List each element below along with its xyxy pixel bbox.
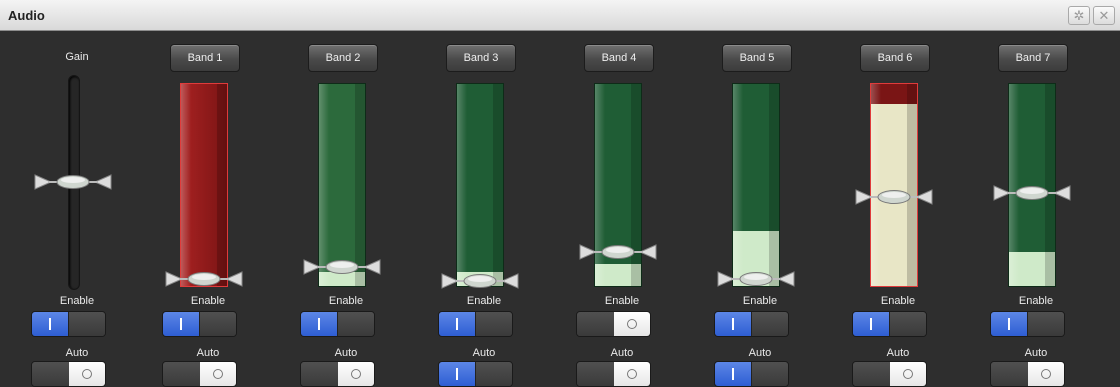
gear-icon: ✲ — [1073, 7, 1085, 23]
off-indicator-icon — [212, 369, 223, 379]
band-column: Band 2 Enable Auto — [296, 31, 396, 387]
enable-label: Enable — [742, 295, 778, 307]
enable-label: Enable — [328, 295, 364, 307]
enable-toggle[interactable] — [852, 311, 927, 337]
band-level-bar[interactable] — [180, 83, 228, 287]
off-indicator-icon — [902, 369, 913, 379]
band-slider-thumb[interactable] — [164, 270, 244, 288]
band-level-bar[interactable] — [870, 83, 918, 287]
on-indicator-icon — [180, 318, 183, 330]
auto-toggle[interactable] — [300, 361, 375, 387]
auto-toggle[interactable] — [31, 361, 106, 387]
auto-label: Auto — [65, 347, 89, 359]
band-level-bar[interactable] — [318, 83, 366, 287]
off-indicator-icon — [626, 319, 637, 329]
auto-label: Auto — [472, 347, 496, 359]
auto-label: Auto — [610, 347, 634, 359]
enable-toggle[interactable] — [438, 311, 513, 337]
band-button[interactable]: Band 7 — [998, 44, 1068, 72]
window-title: Audio — [8, 8, 45, 23]
band-slider-thumb[interactable] — [302, 258, 382, 276]
on-indicator-icon — [456, 368, 459, 380]
auto-toggle[interactable] — [852, 361, 927, 387]
gain-label: Gain — [65, 51, 89, 63]
on-indicator-icon — [870, 318, 873, 330]
audio-panel: Gain Enable Auto Band 1 Enable Auto Band 2 E… — [0, 31, 1120, 387]
auto-toggle[interactable] — [162, 361, 237, 387]
band-slider-thumb[interactable] — [992, 184, 1072, 202]
on-indicator-icon — [318, 318, 321, 330]
auto-label: Auto — [748, 347, 772, 359]
auto-toggle[interactable] — [576, 361, 651, 387]
on-indicator-icon — [49, 318, 52, 330]
band-column: Band 5 Enable Auto — [710, 31, 810, 387]
enable-toggle[interactable] — [576, 311, 651, 337]
band-button[interactable]: Band 4 — [584, 44, 654, 72]
band-column: Band 6 Enable Auto — [848, 31, 948, 387]
band-slider-thumb[interactable] — [854, 188, 934, 206]
auto-toggle[interactable] — [990, 361, 1065, 387]
band-button[interactable]: Band 1 — [170, 44, 240, 72]
off-indicator-icon — [1040, 369, 1051, 379]
enable-label: Enable — [190, 295, 226, 307]
band-slider-thumb[interactable] — [716, 270, 796, 288]
auto-label: Auto — [196, 347, 220, 359]
enable-toggle[interactable] — [162, 311, 237, 337]
on-indicator-icon — [732, 318, 735, 330]
gain-column: Gain Enable Auto — [27, 31, 127, 387]
title-bar: Audio ✲ ✕ — [0, 0, 1120, 31]
off-indicator-icon — [350, 369, 361, 379]
auto-label: Auto — [886, 347, 910, 359]
off-indicator-icon — [81, 369, 92, 379]
auto-toggle[interactable] — [438, 361, 513, 387]
auto-toggle[interactable] — [714, 361, 789, 387]
band-button[interactable]: Band 6 — [860, 44, 930, 72]
enable-label: Enable — [880, 295, 916, 307]
auto-label: Auto — [334, 347, 358, 359]
close-icon: ✕ — [1098, 7, 1110, 23]
on-indicator-icon — [1008, 318, 1011, 330]
band-button[interactable]: Band 5 — [722, 44, 792, 72]
band-column: Band 7 Enable Auto — [986, 31, 1086, 387]
band-column: Band 4 Enable Auto — [572, 31, 672, 387]
band-column: Band 1 Enable Auto — [158, 31, 258, 387]
enable-label: Enable — [604, 295, 640, 307]
band-button[interactable]: Band 2 — [308, 44, 378, 72]
on-indicator-icon — [732, 368, 735, 380]
enable-label: Enable — [466, 295, 502, 307]
on-indicator-icon — [456, 318, 459, 330]
enable-label: Enable — [1018, 295, 1054, 307]
enable-toggle[interactable] — [300, 311, 375, 337]
enable-toggle[interactable] — [990, 311, 1065, 337]
enable-label: Enable — [59, 295, 95, 307]
band-slider-thumb[interactable] — [440, 272, 520, 290]
off-indicator-icon — [626, 369, 637, 379]
settings-button[interactable]: ✲ — [1068, 6, 1090, 25]
band-button[interactable]: Band 3 — [446, 44, 516, 72]
band-level-bar[interactable] — [732, 83, 780, 287]
band-column: Band 3 Enable Auto — [434, 31, 534, 387]
enable-toggle[interactable] — [714, 311, 789, 337]
band-level-bar[interactable] — [456, 83, 504, 287]
close-button[interactable]: ✕ — [1093, 6, 1115, 25]
auto-label: Auto — [1024, 347, 1048, 359]
band-slider-thumb[interactable] — [578, 243, 658, 261]
gain-slider-thumb[interactable] — [33, 173, 113, 191]
enable-toggle[interactable] — [31, 311, 106, 337]
